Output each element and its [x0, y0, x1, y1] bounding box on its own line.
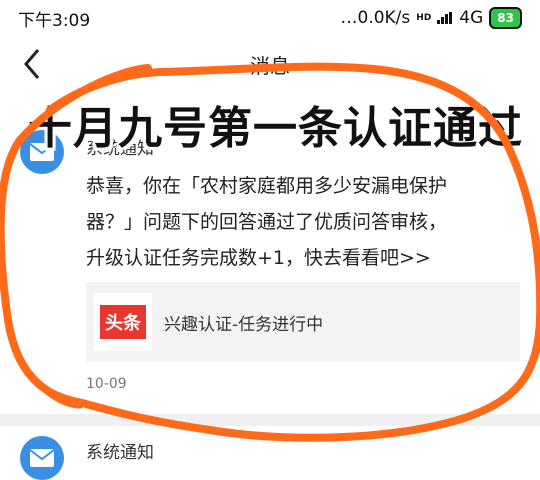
nav-bar: 消息 [0, 36, 540, 92]
network-type: 4G [459, 8, 484, 28]
task-link-card[interactable]: 头条 兴趣认证-任务进行中 [86, 282, 520, 362]
message-date: 10-09 [86, 376, 127, 392]
mail-icon [29, 449, 55, 467]
system-notice-avatar [20, 436, 64, 480]
toutiao-logo: 头条 [94, 293, 152, 351]
message-line: 器？」问题下的回答通过了优质问答审核， [86, 211, 448, 233]
status-bar: 下午3:09 …0.0K/s HD 4G 83 [0, 0, 540, 36]
status-indicators: …0.0K/s HD 4G 83 [340, 7, 522, 29]
page-title: 消息 [250, 54, 290, 78]
message-line: 升级认证任务完成数+1，快去看看吧>> [86, 247, 431, 269]
logo-text: 头条 [100, 305, 146, 339]
signal-icon [437, 12, 453, 24]
hd-badge: HD [416, 13, 432, 23]
battery-level: 83 [497, 11, 514, 25]
battery-icon: 83 [489, 7, 522, 29]
message-body[interactable]: 恭喜，你在「农村家庭都用多少安漏电保护 器？」问题下的回答通过了优质问答审核， … [86, 168, 526, 276]
network-speed: …0.0K/s [340, 8, 411, 28]
message-line: 恭喜，你在「农村家庭都用多少安漏电保护 [86, 175, 448, 197]
card-title: 兴趣认证-任务进行中 [164, 314, 324, 335]
message-sender: 系统通知 [86, 443, 154, 463]
status-time: 下午3:09 [18, 10, 91, 31]
list-divider [0, 414, 540, 426]
overlay-caption: 十月九号第一条认证通过 [28, 103, 523, 154]
